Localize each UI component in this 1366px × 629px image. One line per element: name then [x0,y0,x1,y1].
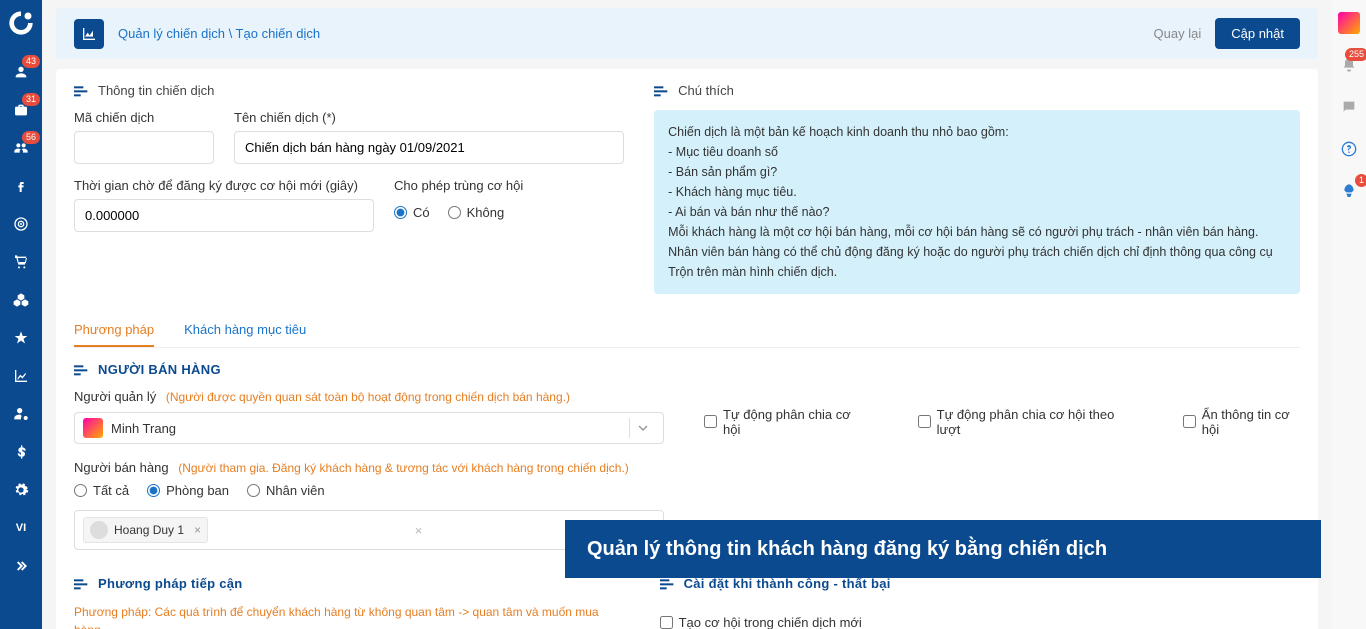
gear-icon [13,482,29,498]
code-label: Mã chiến dịch [74,110,214,125]
wait-input[interactable] [74,199,374,232]
sidebar-item-admin[interactable] [0,395,42,433]
auto-split-checkbox[interactable]: Tự động phân chia cơ hội [704,399,858,444]
sidebar-item-target[interactable] [0,205,42,243]
auto-split-turn-checkbox[interactable]: Tự động phân chia cơ hội theo lượt [918,399,1123,444]
seller-dept-radio[interactable]: Phòng ban [147,483,229,498]
sidebar-item-expand[interactable] [0,547,42,585]
chart-area-icon [81,26,97,42]
note-title: Chú thích [678,83,734,98]
config-title: Cài đặt khi thành công - thất bại [684,576,891,591]
badge: 43 [22,55,40,68]
chevron-down-icon [629,418,655,438]
approach-desc: Phương pháp: Các quá trình để chuyển khá… [74,603,620,629]
clear-icon[interactable]: × [407,523,431,538]
user-avatar[interactable] [1332,8,1366,38]
name-label: Tên chiến dịch (*) [234,110,624,125]
manager-value: Minh Trang [111,421,176,436]
save-button[interactable]: Cập nhật [1215,18,1300,49]
list-icon [660,578,676,590]
star-icon [13,330,29,346]
seller-label: Người bán hàng [74,460,169,475]
help-icon [1341,141,1357,157]
notifications[interactable]: 255 [1332,50,1366,80]
info-title: Thông tin chiến dịch [98,83,214,98]
sidebar-item-chart[interactable] [0,357,42,395]
section-title-seller: NGƯỜI BÁN HÀNG [74,362,1300,377]
sidebar-item-group[interactable]: 56 [0,129,42,167]
sidebar-item-briefcase[interactable]: 31 [0,91,42,129]
dup-yes-radio[interactable]: Có [394,205,430,220]
manager-help: (Người được quyền quan sát toàn bộ hoạt … [166,390,570,404]
sidebar-item-lang[interactable]: VI [0,509,42,547]
seller-emp-radio[interactable]: Nhân viên [247,483,325,498]
overlay-banner: Quản lý thông tin khách hàng đăng ký bằn… [565,520,1321,578]
list-icon [74,364,90,376]
create-opp-checkbox[interactable]: Tạo cơ hội trong chiến dịch mới [660,615,1300,629]
tab-method[interactable]: Phương pháp [74,314,154,347]
facebook-icon [13,178,29,194]
badge: 56 [22,131,40,144]
chat[interactable] [1332,92,1366,122]
tab-customers[interactable]: Khách hàng mục tiêu [184,314,306,347]
badge: 31 [22,93,40,106]
sidebar-item-settings[interactable] [0,471,42,509]
sidebar-item-cubes[interactable] [0,281,42,319]
list-icon [654,85,670,97]
avatar-icon [83,418,103,438]
section-title-config: Cài đặt khi thành công - thất bại [660,576,1300,591]
avatar-icon [90,521,108,539]
manager-select[interactable]: Minh Trang [74,412,664,444]
user-cog-icon [13,406,29,422]
note-box: Chiến dịch là một bản kế hoạch kinh doan… [654,110,1300,294]
hide-info-checkbox[interactable]: Ẩn thông tin cơ hội [1183,399,1300,444]
section-title-info: Thông tin chiến dịch [74,83,624,98]
app-logo[interactable] [6,8,36,38]
sidebar-item-cart[interactable] [0,243,42,281]
manager-label: Người quản lý [74,389,156,404]
section-title-note: Chú thích [654,83,1300,98]
logo-icon [7,9,35,37]
dollar-icon [13,444,29,460]
tabs: Phương pháp Khách hàng mục tiêu [74,314,1300,348]
chevron-right-icon [13,558,29,574]
name-input[interactable] [234,131,624,164]
seller-all-radio[interactable]: Tất cả [74,483,129,498]
chart-line-icon [13,368,29,384]
dup-label: Cho phép trùng cơ hội [394,178,523,193]
avatar-icon [1338,12,1360,34]
header-icon-box [74,19,104,49]
cubes-icon [13,292,29,308]
sidebar-item-facebook[interactable] [0,167,42,205]
section-title-approach: Phương pháp tiếp cận [74,576,620,591]
sidebar-item-users[interactable]: 43 [0,53,42,91]
list-icon [74,85,90,97]
seller-chip: Hoang Duy 1 × [83,517,208,543]
back-button[interactable]: Quay lại [1154,26,1202,41]
sidebar-left: 43 31 56 VI [0,0,42,629]
target-icon [13,216,29,232]
sidebar-item-dollar[interactable] [0,433,42,471]
dup-no-radio[interactable]: Không [448,205,505,220]
sidebar-right: 255 1 [1332,0,1366,629]
badge: 255 [1345,48,1366,61]
cart-icon [13,254,29,270]
code-input[interactable] [74,131,214,164]
rocket[interactable]: 1 [1332,176,1366,206]
chip-remove-icon[interactable]: × [194,523,201,537]
wait-label: Thời gian chờ để đăng ký được cơ hội mới… [74,178,374,193]
badge: 1 [1355,174,1366,187]
list-icon [74,578,90,590]
lang-label: VI [16,522,26,534]
sidebar-item-star[interactable] [0,319,42,357]
seller-help: (Người tham gia. Đăng ký khách hàng & tư… [178,461,629,475]
help[interactable] [1332,134,1366,164]
breadcrumb[interactable]: Quản lý chiến dịch \ Tạo chiến dịch [118,26,320,41]
header-bar: Quản lý chiến dịch \ Tạo chiến dịch Quay… [56,8,1318,59]
approach-title: Phương pháp tiếp cận [98,576,243,591]
chat-icon [1341,99,1357,115]
seller-title: NGƯỜI BÁN HÀNG [98,362,221,377]
rocket-icon [1341,183,1357,199]
